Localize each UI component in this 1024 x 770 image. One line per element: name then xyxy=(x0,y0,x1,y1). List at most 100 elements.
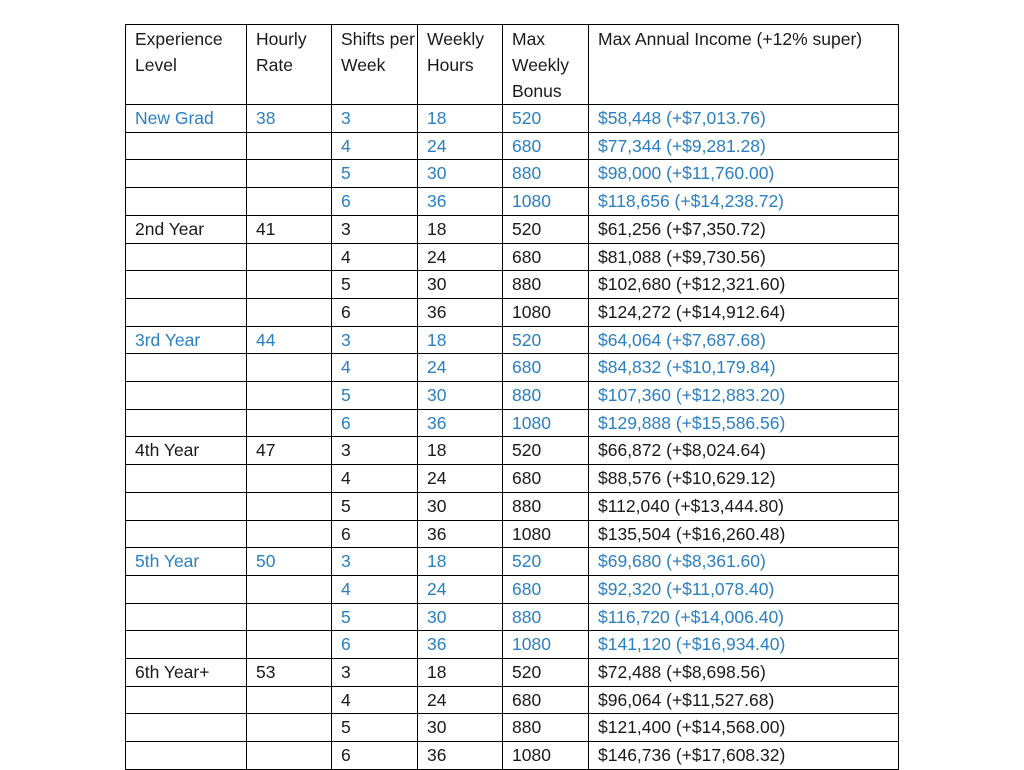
cell-experience-level xyxy=(125,713,247,743)
cell-weekly-hours: 36 xyxy=(417,519,503,549)
cell-max-annual-income: $102,680 (+$12,321.60) xyxy=(588,270,899,299)
header-experience-level: Experience Level xyxy=(125,24,247,105)
table-row: New Grad 38 3 18 520 $58,448 (+$7,013.76) xyxy=(125,104,899,133)
cell-weekly-hours: 18 xyxy=(417,325,503,355)
cell-max-weekly-bonus: 680 xyxy=(502,685,589,715)
cell-max-annual-income: $121,400 (+$14,568.00) xyxy=(588,713,899,743)
cell-max-annual-income: $96,064 (+$11,527.68) xyxy=(588,685,899,715)
cell-max-annual-income: $81,088 (+$9,730.56) xyxy=(588,242,899,272)
cell-max-weekly-bonus: 1080 xyxy=(502,408,589,438)
cell-max-weekly-bonus: 520 xyxy=(502,104,589,133)
cell-weekly-hours: 30 xyxy=(417,270,503,299)
cell-weekly-hours: 30 xyxy=(417,602,503,632)
cell-experience-level xyxy=(125,353,247,383)
cell-max-weekly-bonus: 680 xyxy=(502,574,589,604)
cell-shifts-per-week: 3 xyxy=(331,214,418,244)
cell-max-weekly-bonus: 1080 xyxy=(502,519,589,549)
cell-hourly-rate xyxy=(246,602,332,632)
cell-weekly-hours: 24 xyxy=(417,242,503,272)
cell-max-weekly-bonus: 880 xyxy=(502,713,589,743)
cell-max-annual-income: $72,488 (+$8,698.56) xyxy=(588,658,899,687)
table-row: 4 24 680 $92,320 (+$11,078.40) xyxy=(125,574,899,604)
table-row: 4 24 680 $84,832 (+$10,179.84) xyxy=(125,353,899,383)
cell-shifts-per-week: 3 xyxy=(331,547,418,576)
cell-max-annual-income: $146,736 (+$17,608.32) xyxy=(588,741,899,770)
cell-max-annual-income: $66,872 (+$8,024.64) xyxy=(588,436,899,466)
cell-experience-level xyxy=(125,491,247,521)
cell-hourly-rate xyxy=(246,741,332,770)
cell-weekly-hours: 18 xyxy=(417,547,503,576)
cell-shifts-per-week: 3 xyxy=(331,104,418,133)
cell-shifts-per-week: 4 xyxy=(331,353,418,383)
table-row: 6th Year+ 53 3 18 520 $72,488 (+$8,698.56) xyxy=(125,658,899,687)
cell-shifts-per-week: 5 xyxy=(331,713,418,743)
cell-experience-level: 2nd Year xyxy=(125,214,247,244)
cell-shifts-per-week: 3 xyxy=(331,325,418,355)
cell-max-annual-income: $98,000 (+$11,760.00) xyxy=(588,159,899,189)
cell-shifts-per-week: 5 xyxy=(331,381,418,410)
cell-experience-level xyxy=(125,630,247,660)
cell-max-weekly-bonus: 680 xyxy=(502,353,589,383)
cell-weekly-hours: 30 xyxy=(417,159,503,189)
cell-hourly-rate xyxy=(246,713,332,743)
cell-max-annual-income: $135,504 (+$16,260.48) xyxy=(588,519,899,549)
cell-max-weekly-bonus: 520 xyxy=(502,436,589,466)
cell-shifts-per-week: 5 xyxy=(331,270,418,299)
cell-max-weekly-bonus: 880 xyxy=(502,602,589,632)
cell-weekly-hours: 18 xyxy=(417,214,503,244)
cell-max-weekly-bonus: 520 xyxy=(502,214,589,244)
cell-hourly-rate xyxy=(246,630,332,660)
cell-weekly-hours: 18 xyxy=(417,658,503,687)
cell-max-weekly-bonus: 680 xyxy=(502,464,589,493)
cell-max-annual-income: $141,120 (+$16,934.40) xyxy=(588,630,899,660)
table-row: 3rd Year 44 3 18 520 $64,064 (+$7,687.68) xyxy=(125,325,899,355)
header-row: Experience Level Hourly Rate Shifts per … xyxy=(125,24,899,105)
cell-shifts-per-week: 4 xyxy=(331,131,418,161)
cell-hourly-rate xyxy=(246,159,332,189)
table-row: 5 30 880 $107,360 (+$12,883.20) xyxy=(125,381,899,410)
cell-hourly-rate xyxy=(246,187,332,216)
table-row: 5 30 880 $121,400 (+$14,568.00) xyxy=(125,713,899,743)
header-shifts-per-week: Shifts per Week xyxy=(331,24,418,105)
cell-max-annual-income: $88,576 (+$10,629.12) xyxy=(588,464,899,493)
cell-hourly-rate: 50 xyxy=(246,547,332,576)
cell-experience-level xyxy=(125,519,247,549)
cell-experience-level: 3rd Year xyxy=(125,325,247,355)
table-row: 6 36 1080 $124,272 (+$14,912.64) xyxy=(125,297,899,327)
cell-experience-level xyxy=(125,297,247,327)
table-row: 5 30 880 $98,000 (+$11,760.00) xyxy=(125,159,899,189)
cell-weekly-hours: 24 xyxy=(417,131,503,161)
cell-experience-level: 6th Year+ xyxy=(125,658,247,687)
cell-max-weekly-bonus: 520 xyxy=(502,547,589,576)
cell-shifts-per-week: 3 xyxy=(331,658,418,687)
cell-experience-level xyxy=(125,602,247,632)
cell-hourly-rate xyxy=(246,242,332,272)
table-row: 2nd Year 41 3 18 520 $61,256 (+$7,350.72) xyxy=(125,214,899,244)
cell-shifts-per-week: 5 xyxy=(331,159,418,189)
cell-weekly-hours: 18 xyxy=(417,436,503,466)
cell-hourly-rate: 47 xyxy=(246,436,332,466)
cell-weekly-hours: 24 xyxy=(417,464,503,493)
cell-experience-level xyxy=(125,159,247,189)
cell-max-annual-income: $61,256 (+$7,350.72) xyxy=(588,214,899,244)
cell-experience-level xyxy=(125,408,247,438)
table-row: 4 24 680 $77,344 (+$9,281.28) xyxy=(125,131,899,161)
cell-max-weekly-bonus: 880 xyxy=(502,270,589,299)
table-row: 5 30 880 $102,680 (+$12,321.60) xyxy=(125,270,899,299)
table-row: 5 30 880 $112,040 (+$13,444.80) xyxy=(125,491,899,521)
cell-experience-level xyxy=(125,685,247,715)
cell-max-weekly-bonus: 680 xyxy=(502,131,589,161)
cell-weekly-hours: 24 xyxy=(417,574,503,604)
cell-hourly-rate: 41 xyxy=(246,214,332,244)
table-row: 4 24 680 $81,088 (+$9,730.56) xyxy=(125,242,899,272)
cell-max-weekly-bonus: 880 xyxy=(502,381,589,410)
cell-weekly-hours: 36 xyxy=(417,408,503,438)
cell-experience-level xyxy=(125,187,247,216)
cell-hourly-rate xyxy=(246,519,332,549)
cell-weekly-hours: 36 xyxy=(417,297,503,327)
table-row: 4th Year 47 3 18 520 $66,872 (+$8,024.64) xyxy=(125,436,899,466)
cell-shifts-per-week: 6 xyxy=(331,630,418,660)
cell-max-annual-income: $118,656 (+$14,238.72) xyxy=(588,187,899,216)
cell-hourly-rate xyxy=(246,131,332,161)
cell-shifts-per-week: 5 xyxy=(331,602,418,632)
